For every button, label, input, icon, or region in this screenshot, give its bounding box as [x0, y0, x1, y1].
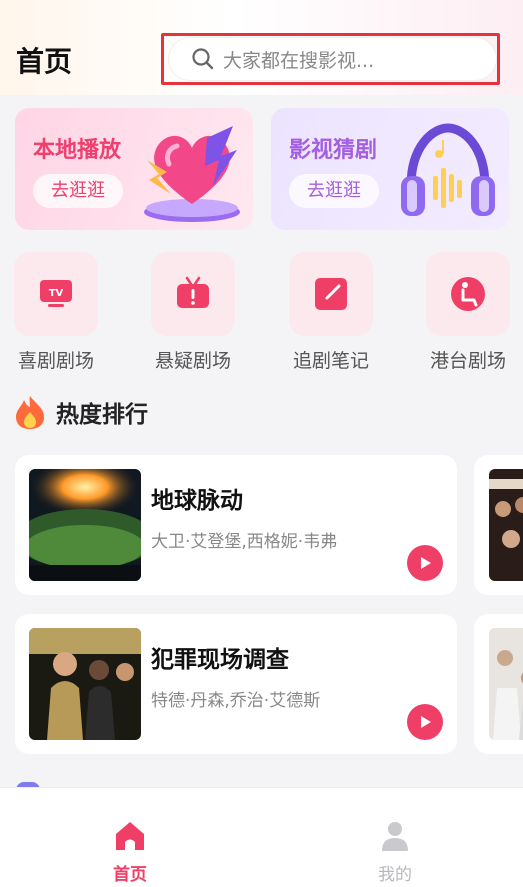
poster-image [29, 628, 141, 740]
tv-icon: TV [40, 280, 72, 307]
search-placeholder: 大家都在搜影视... [223, 49, 375, 72]
category-label: 追剧笔记 [292, 350, 369, 372]
home-icon [116, 822, 144, 850]
category-notes[interactable]: 追剧笔记 [276, 252, 386, 373]
search-icon [192, 48, 214, 70]
play-button[interactable] [407, 545, 443, 581]
category-suspense[interactable]: 悬疑剧场 [138, 252, 248, 373]
hot-ranking-header: 热度排行 [14, 394, 148, 430]
category-hktw-box [426, 252, 510, 336]
ranking-card-next[interactable] [474, 455, 523, 595]
ranking-title: 犯罪现场调查 [151, 647, 289, 673]
play-icon [421, 557, 431, 569]
guess-drama-title: 影视猜剧 [289, 138, 378, 163]
poster-image [29, 469, 141, 581]
category-label: 喜剧剧场 [17, 350, 94, 372]
tab-mine[interactable]: 我的 [355, 820, 435, 885]
category-label: 港台剧场 [429, 350, 506, 372]
page-title: 首页 [16, 45, 73, 78]
search-input[interactable]: 大家都在搜影视... [168, 37, 497, 81]
headphones-icon [401, 123, 495, 216]
poster-image [489, 628, 523, 740]
alert-tv-icon [177, 276, 209, 308]
bottom-tab-bar: 首页 我的 [0, 787, 523, 887]
local-play-button[interactable]: 去逛逛 [33, 174, 123, 208]
tab-label: 我的 [378, 865, 412, 885]
ranking-cast: 大卫·艾登堡,西格妮·韦弗 [151, 532, 338, 552]
section-title: 热度排行 [56, 402, 148, 428]
category-suspense-box [151, 252, 235, 336]
ranking-cast: 特德·丹森,乔治·艾德斯 [151, 691, 321, 711]
category-comedy[interactable]: TV 喜剧剧场 [1, 252, 111, 373]
local-play-card[interactable]: 本地播放 去逛逛 [15, 108, 253, 230]
svg-text:TV: TV [49, 288, 64, 299]
play-icon [421, 716, 431, 728]
ranking-card[interactable]: 犯罪现场调查 特德·丹森,乔治·艾德斯 [15, 614, 457, 754]
category-label: 悬疑剧场 [154, 350, 231, 372]
seat-icon [451, 277, 485, 311]
guess-drama-button[interactable]: 去逛逛 [289, 174, 379, 208]
ranking-card-next[interactable] [474, 614, 523, 754]
heart-lightning-icon [144, 126, 240, 222]
category-notes-box [289, 252, 373, 336]
tab-home[interactable]: 首页 [90, 820, 170, 885]
ranking-card[interactable]: 地球脉动 大卫·艾登堡,西格妮·韦弗 [15, 455, 457, 595]
note-icon [315, 278, 347, 310]
guess-drama-card[interactable]: 影视猜剧 去逛逛 [271, 108, 509, 230]
header: 首页 大家都在搜影视... [0, 0, 523, 95]
ranking-title: 地球脉动 [151, 488, 243, 514]
category-hktw[interactable]: 港台剧场 [413, 252, 523, 373]
play-button[interactable] [407, 704, 443, 740]
search-highlight-box: 大家都在搜影视... [161, 33, 500, 85]
user-icon [382, 822, 408, 851]
category-comedy-box: TV [14, 252, 98, 336]
flame-icon [16, 396, 44, 429]
tab-label: 首页 [113, 865, 147, 885]
local-play-title: 本地播放 [33, 138, 122, 163]
poster-image [489, 469, 523, 581]
